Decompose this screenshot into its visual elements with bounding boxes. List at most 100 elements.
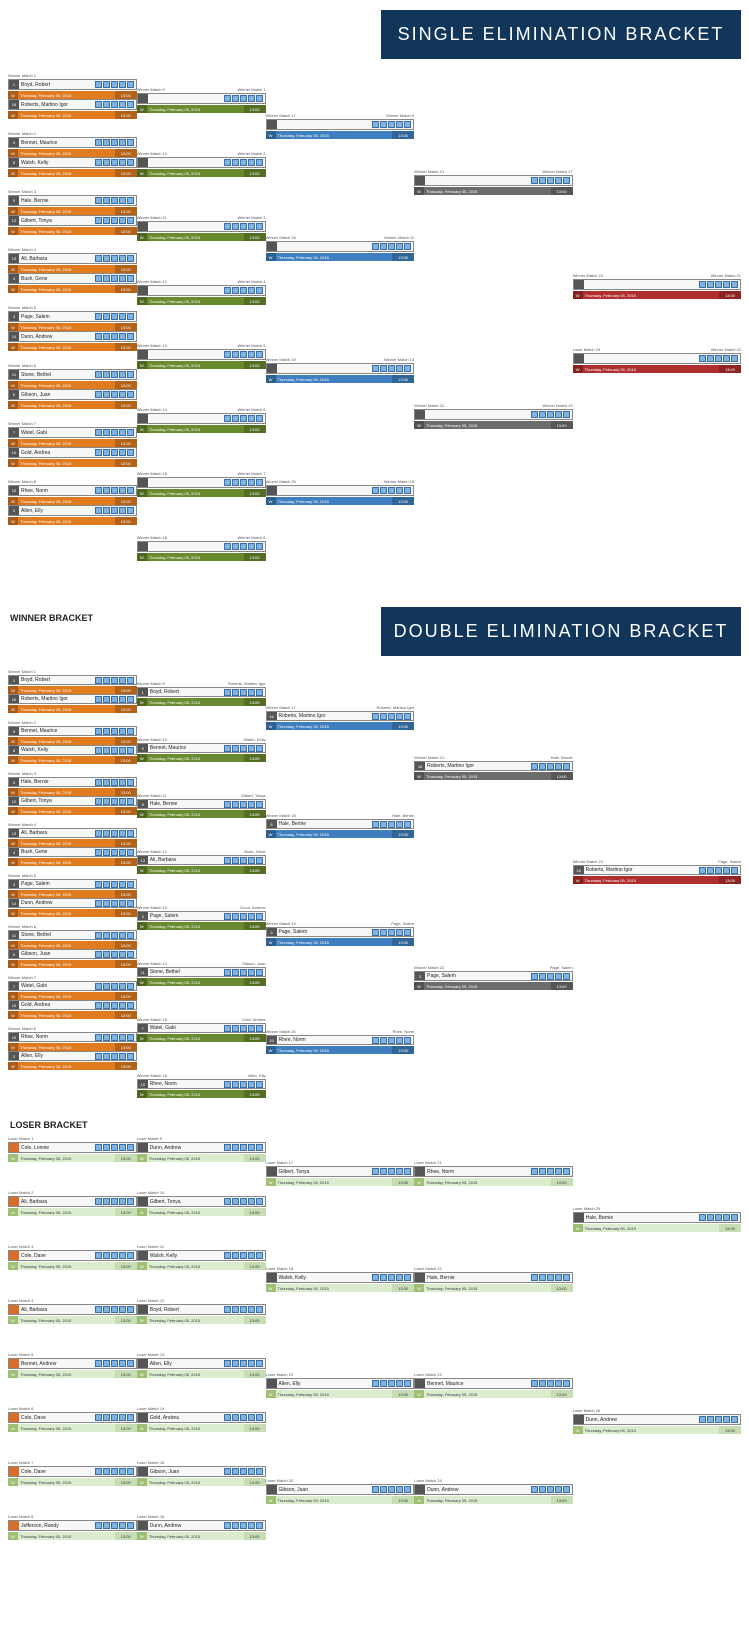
match-card[interactable]: Winner Match 18Winner Match 11WThursday,… bbox=[266, 235, 415, 261]
match-info-bar: WThursday, February 05, 201513:00 bbox=[8, 858, 137, 866]
match-card[interactable]: Winner Match 15Gold, Andrea7Watel, GabiW… bbox=[137, 1017, 266, 1042]
match-card[interactable]: Winner Match 11Winner Match 3WThursday, … bbox=[137, 215, 266, 241]
match-card[interactable]: Winner Match 17Winner Match 9WThursday, … bbox=[266, 113, 415, 139]
match-sub: Bush, Gene bbox=[244, 849, 265, 854]
match-card[interactable]: Winner Match 815Rhee, NormWThursday, Feb… bbox=[8, 1026, 137, 1070]
match-card[interactable]: Loser Match 16Dunn, AndrewWThursday, Feb… bbox=[137, 1514, 266, 1540]
match-card[interactable]: Winner Match 13Dunn, Andrew3Page, SalemW… bbox=[137, 905, 266, 930]
match-card[interactable]: Loser Match 5Bennet, AndrewWThursday, Fe… bbox=[8, 1352, 137, 1378]
match-card[interactable]: Winner Match 14Gibson, Juan11Stone, Beth… bbox=[137, 961, 266, 986]
seed: 16 bbox=[9, 100, 19, 109]
match-card[interactable]: Winner Match 611Stone, BethelWThursday, … bbox=[8, 363, 137, 409]
match-info-bar: WThursday, February 05, 201513:00 bbox=[8, 343, 137, 351]
match-card[interactable]: Winner Match 77Watel, GabiWThursday, Feb… bbox=[8, 975, 137, 1019]
match-card[interactable]: Winner Match 11Boyd, RobertWThursday, Fe… bbox=[8, 669, 137, 713]
match-card[interactable]: Winner Match 19Winner Match 13WThursday,… bbox=[266, 357, 415, 383]
match-card[interactable]: Winner Match 21Winner Match 17WThursday,… bbox=[414, 169, 572, 195]
match-card[interactable]: Winner Match 35Hale, BernieWThursday, Fe… bbox=[8, 189, 137, 235]
match-card[interactable]: Winner Match 14Winner Match 6WThursday, … bbox=[137, 407, 266, 433]
match-card[interactable]: Loser Match 6Cole, DaveWThursday, Februa… bbox=[8, 1406, 137, 1432]
match-card[interactable]: Winner Match 15Winner Match 7WThursday, … bbox=[137, 471, 266, 497]
match-card[interactable]: Loser Match 1Cole, LonnieWThursday, Febr… bbox=[8, 1136, 137, 1162]
match-label: Winner Match 17 bbox=[266, 705, 373, 710]
match-date: Thursday, February 05, 2015 bbox=[147, 1034, 244, 1042]
match-card[interactable]: Loser Match 3Cole, DaveWThursday, Februa… bbox=[8, 1244, 137, 1270]
match-info-bar: WThursday, February 05, 201513:00 bbox=[573, 291, 741, 299]
match-card[interactable]: Winner Match 20Rhee, Norm15Rhee, NormWTh… bbox=[266, 1029, 415, 1054]
match-card[interactable]: Winner Match 53Page, SalemWThursday, Feb… bbox=[8, 305, 137, 351]
match-card[interactable]: Winner Match 16Allen, Elly15Rhee, NormWT… bbox=[137, 1073, 266, 1098]
match-time: 13:00 bbox=[115, 756, 137, 764]
match-label: Winner Match 3 bbox=[8, 189, 133, 194]
match-label: Loser Match 16 bbox=[137, 1514, 262, 1519]
match-card[interactable]: Loser Match 17Gilbert, TonyaWThursday, F… bbox=[266, 1160, 415, 1186]
match-time: 13:00 bbox=[392, 1046, 414, 1054]
match-card[interactable]: Loser Match 23Bennet, MauriceWThursday, … bbox=[414, 1372, 572, 1398]
match-card[interactable]: Winner Match 13Winner Match 5WThursday, … bbox=[137, 343, 266, 369]
match-card[interactable]: Loser Match 4Ali, BarbaraWThursday, Febr… bbox=[8, 1298, 137, 1324]
match-card[interactable]: Loser Match 24Winner Match 22WThursday, … bbox=[573, 347, 741, 373]
match-card[interactable]: Loser Match 14Gold, AndreaWThursday, Feb… bbox=[137, 1406, 266, 1432]
match-card[interactable]: Loser Match 11Walsh, KellyWThursday, Feb… bbox=[137, 1244, 266, 1270]
match-sub: Winner Match 5 bbox=[238, 343, 266, 348]
match-card[interactable]: Loser Match 22Hale, BernieWThursday, Feb… bbox=[414, 1266, 572, 1292]
match-card[interactable]: Loser Match 24Dunn, AndrewWThursday, Feb… bbox=[414, 1478, 572, 1504]
seed: 1 bbox=[9, 676, 19, 684]
match-card[interactable]: Loser Match 13Allen, EllyWThursday, Febr… bbox=[137, 1352, 266, 1378]
match-card[interactable]: Winner Match 53Page, SalemWThursday, Feb… bbox=[8, 873, 137, 917]
match-card[interactable]: Winner Match 23Winner Match 21WThursday,… bbox=[573, 273, 741, 299]
match-card[interactable]: Loser Match 20Gibson, JuanWThursday, Feb… bbox=[266, 1478, 415, 1504]
match-info-bar: WThursday, February 05, 201513:00 bbox=[137, 1154, 266, 1162]
match-card[interactable]: Winner Match 815Rhee, NormWThursday, Feb… bbox=[8, 479, 137, 525]
match-card[interactable]: Winner Match 16Winner Match 8WThursday, … bbox=[137, 535, 266, 561]
player-name: Stone, Bethel bbox=[148, 968, 222, 976]
match-card[interactable]: Loser Match 2Ali, BarbaraWThursday, Febr… bbox=[8, 1190, 137, 1216]
match-card[interactable]: Winner Match 18Hale, Bernie5Hale, Bernie… bbox=[266, 813, 415, 838]
match-card[interactable]: Winner Match 29Bennet, MauriceWThursday,… bbox=[8, 131, 137, 177]
match-card[interactable]: Winner Match 10Walsh, Kelly9Bennet, Maur… bbox=[137, 737, 266, 762]
match-card[interactable]: Winner Match 413Ali, BarbaraWThursday, F… bbox=[8, 247, 137, 293]
match-card[interactable]: Winner Match 17Roberts, Martino Igor16Ro… bbox=[266, 705, 415, 730]
match-card[interactable]: Winner Match 35Hale, BernieWThursday, Fe… bbox=[8, 771, 137, 815]
match-info-bar: WThursday, February 05, 201513:00 bbox=[137, 105, 266, 113]
match-card[interactable]: Loser Match 26Dunn, AndrewWThursday, Feb… bbox=[573, 1408, 741, 1434]
match-time: 13:00 bbox=[551, 1284, 573, 1292]
match-card[interactable]: Winner Match 20Winner Match 15WThursday,… bbox=[266, 479, 415, 505]
match-card[interactable]: Winner Match 611Stone, BethelWThursday, … bbox=[8, 924, 137, 968]
match-card[interactable]: Winner Match 413Ali, BarbaraWThursday, F… bbox=[8, 822, 137, 866]
match-card[interactable]: Loser Match 8Jefferson, RandyWThursday, … bbox=[8, 1514, 137, 1540]
match-card[interactable]: Loser Match 12Boyd, RobertWThursday, Feb… bbox=[137, 1298, 266, 1324]
match-card[interactable]: Loser Match 10Gilbert, TonyaWThursday, F… bbox=[137, 1190, 266, 1216]
match-card[interactable]: Winner Match 77Watel, GabiWThursday, Feb… bbox=[8, 421, 137, 467]
player-name: Ali, Barbara bbox=[19, 829, 93, 837]
match-card[interactable]: Loser Match 7Cole, DaveWThursday, Februa… bbox=[8, 1460, 137, 1486]
score-dots bbox=[93, 1143, 136, 1152]
match-card[interactable]: Loser Match 18Walsh, KellyWThursday, Feb… bbox=[266, 1266, 415, 1292]
match-card[interactable]: Winner Match 10Winner Match 2WThursday, … bbox=[137, 151, 266, 177]
match-label: Winner Match 11 bbox=[137, 793, 237, 798]
match-card[interactable]: Winner Match 12Winner Match 4WThursday, … bbox=[137, 279, 266, 305]
match-card[interactable]: Winner Match 29Bennet, MauriceWThursday,… bbox=[8, 720, 137, 764]
match-card[interactable]: Winner Match 22Winner Match 19WThursday,… bbox=[414, 403, 572, 429]
match-card[interactable]: Winner Match 12Bush, Gene13Ali, BarbaraW… bbox=[137, 849, 266, 874]
match-card[interactable]: Loser Match 15Gibson, JuanWThursday, Feb… bbox=[137, 1460, 266, 1486]
match-label: Winner Match 14 bbox=[137, 407, 234, 412]
match-card[interactable]: Winner Match 23Page, Salem16Roberts, Mar… bbox=[573, 859, 741, 884]
match-card[interactable]: Loser Match 19Allen, EllyWThursday, Febr… bbox=[266, 1372, 415, 1398]
match-card[interactable]: Loser Match 9Dunn, AndrewWThursday, Febr… bbox=[137, 1136, 266, 1162]
match-index: W bbox=[266, 497, 276, 505]
match-card[interactable]: Winner Match 9Roberts, Martino Igor1Boyd… bbox=[137, 681, 266, 706]
match-card[interactable]: Winner Match 19Page, Salem3Page, SalemWT… bbox=[266, 921, 415, 946]
match-time: 13:00 bbox=[244, 754, 266, 762]
match-date: Thursday, February 05, 2015 bbox=[18, 343, 115, 351]
match-card[interactable]: Winner Match 22Page, Salem3Page, SalemWT… bbox=[414, 965, 572, 990]
match-card[interactable]: Loser Match 21Rhee, NormWThursday, Febru… bbox=[414, 1160, 572, 1186]
match-card[interactable]: Loser Match 25Hale, BernieWThursday, Feb… bbox=[573, 1206, 741, 1232]
match-date: Thursday, February 05, 2015 bbox=[424, 1496, 550, 1504]
match-card[interactable]: Winner Match 11Gilbert, Tonya5Hale, Bern… bbox=[137, 793, 266, 818]
match-header: Winner Match 17Winner Match 9 bbox=[266, 113, 415, 118]
match-card[interactable]: Winner Match 11Boyd, RobertWThursday, Fe… bbox=[8, 73, 137, 119]
match-card[interactable]: Winner Match 9Winner Match 1WThursday, F… bbox=[137, 87, 266, 113]
match-time: 13:00 bbox=[115, 343, 137, 351]
match-card[interactable]: Winner Match 21Hale, Bernie16Roberts, Ma… bbox=[414, 755, 572, 780]
